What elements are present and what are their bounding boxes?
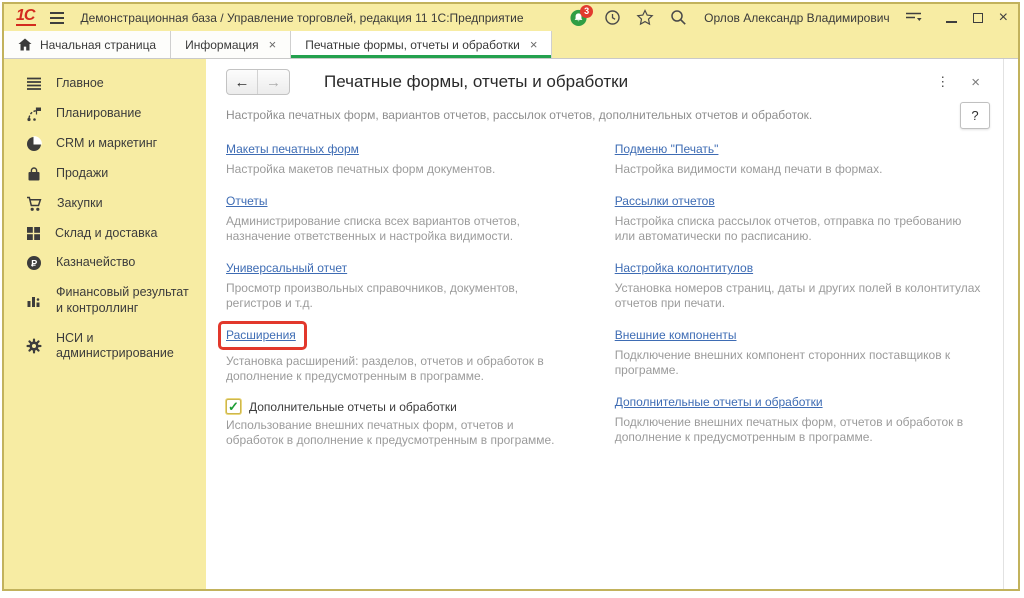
search-icon[interactable] (669, 9, 687, 27)
bar-chart-icon (26, 293, 42, 309)
link-extensions[interactable]: Расширения (226, 328, 296, 342)
help-button[interactable]: ? (960, 102, 990, 129)
tab-close-icon[interactable]: × (269, 37, 277, 52)
notifications-bell-icon[interactable]: 3 (570, 9, 588, 27)
link-headers-footers[interactable]: Настройка колонтитулов (615, 261, 753, 275)
maximize-button[interactable] (973, 13, 983, 23)
red-highlight-annotation: Расширения (218, 321, 307, 350)
close-panel-icon[interactable]: × (971, 74, 980, 91)
service-menu-icon[interactable] (905, 9, 923, 27)
tab-information[interactable]: Информация × (171, 31, 291, 58)
close-window-button[interactable]: × (999, 13, 1008, 23)
sidebar-item-label: Главное (56, 76, 104, 92)
sidebar-item-planning[interactable]: Планирование (4, 99, 206, 129)
link-group-print-submenu: Подменю "Печать" Настройка видимости ком… (615, 140, 984, 177)
link-group-report-distribution: Рассылки отчетов Настройка списка рассыл… (615, 192, 984, 244)
link-print-submenu[interactable]: Подменю "Печать" (615, 142, 719, 156)
left-column: Макеты печатных форм Настройка макетов п… (226, 140, 573, 463)
link-description: Администрирование списка всех вариантов … (226, 214, 573, 244)
checkbox-description: Использование внешних печатных форм, отч… (226, 418, 573, 448)
link-group-external-components: Внешние компоненты Подключение внешних к… (615, 326, 984, 378)
link-print-layouts[interactable]: Макеты печатных форм (226, 142, 359, 156)
pie-chart-icon (26, 136, 42, 152)
more-menu-icon[interactable]: ⋮ (936, 74, 949, 90)
link-description: Подключение внешних печатных форм, отчет… (615, 415, 984, 445)
planning-icon (26, 106, 42, 122)
link-group-reports: Отчеты Администрирование списка всех вар… (226, 192, 573, 244)
history-nav-group: ← → (226, 69, 290, 95)
title-bar: 1С Демонстрационная база / Управление то… (4, 4, 1018, 31)
link-additional-reports[interactable]: Дополнительные отчеты и обработки (615, 395, 823, 409)
page-title: Печатные формы, отчеты и обработки (324, 72, 628, 92)
checkmark-icon: ✓ (228, 400, 239, 413)
window-title: Демонстрационная база / Управление торго… (80, 11, 523, 25)
link-description: Подключение внешних компонент сторонних … (615, 348, 984, 378)
link-group-universal-report: Универсальный отчет Просмотр произвольны… (226, 259, 573, 311)
app-window: 1С Демонстрационная база / Управление то… (2, 2, 1020, 591)
link-group-print-layouts: Макеты печатных форм Настройка макетов п… (226, 140, 573, 177)
window-controls: × (946, 13, 1008, 23)
sidebar-item-label: Планирование (56, 106, 141, 122)
link-group-additional-reports: Дополнительные отчеты и обработки Подклю… (615, 393, 984, 445)
sidebar-item-main[interactable]: Главное (4, 69, 206, 99)
sidebar-item-sales[interactable]: Продажи (4, 159, 206, 189)
cart-icon (26, 196, 43, 212)
content-panel: ← → Печатные формы, отчеты и обработки ⋮… (206, 59, 1018, 589)
sidebar-item-label: Продажи (56, 166, 108, 182)
sidebar-item-label: Закупки (57, 196, 103, 212)
link-description: Установка номеров страниц, даты и других… (615, 281, 984, 311)
grid-icon (26, 226, 41, 241)
sidebar-item-crm[interactable]: CRM и маркетинг (4, 129, 206, 159)
tab-close-icon[interactable]: × (530, 37, 538, 52)
sidebar-item-label: CRM и маркетинг (56, 136, 157, 152)
sidebar-item-treasury[interactable]: Р Казначейство (4, 248, 206, 278)
link-description: Настройка списка рассылок отчетов, отпра… (615, 214, 984, 244)
tab-print-forms[interactable]: Печатные формы, отчеты и обработки × (291, 31, 552, 58)
link-group-extensions: Расширения Установка расширений: раздело… (226, 326, 573, 384)
tab-label: Печатные формы, отчеты и обработки (305, 38, 520, 52)
link-group-headers-footers: Настройка колонтитулов Установка номеров… (615, 259, 984, 311)
current-user[interactable]: Орлов Александр Владимирович (704, 11, 890, 25)
notification-badge: 3 (580, 5, 593, 18)
sidebar-item-warehouse[interactable]: Склад и доставка (4, 219, 206, 249)
link-universal-report[interactable]: Универсальный отчет (226, 261, 347, 275)
tab-bar: Начальная страница Информация × Печатные… (4, 31, 1018, 59)
minimize-button[interactable] (946, 13, 957, 23)
sidebar-item-label: НСИ и администрирование (56, 331, 198, 362)
sections-sidebar: Главное Планирование CRM и маркетинг Про… (4, 59, 206, 589)
1c-logo-icon: 1С (16, 9, 36, 26)
home-icon (18, 38, 32, 51)
bag-icon (26, 166, 42, 182)
link-description: Установка расширений: разделов, отчетов … (226, 354, 573, 384)
tab-label: Информация (185, 38, 258, 52)
back-button[interactable]: ← (227, 70, 258, 94)
sidebar-item-label: Финансовый результат и контроллинг (56, 285, 198, 316)
page-subtitle: Настройка печатных форм, вариантов отчет… (226, 108, 984, 122)
link-report-distribution[interactable]: Рассылки отчетов (615, 194, 715, 208)
link-description: Настройка макетов печатных форм документ… (226, 162, 573, 177)
favorites-star-icon[interactable] (636, 9, 654, 27)
sidebar-item-finance[interactable]: Финансовый результат и контроллинг (4, 278, 206, 323)
history-icon[interactable] (603, 9, 621, 27)
sidebar-item-administration[interactable]: НСИ и администрирование (4, 324, 206, 369)
sidebar-item-label: Казначейство (56, 255, 135, 271)
checkbox-label[interactable]: Дополнительные отчеты и обработки (249, 400, 457, 414)
checkbox-group-additional-reports: ✓ Дополнительные отчеты и обработки Испо… (226, 399, 573, 448)
svg-text:Р: Р (31, 259, 37, 269)
link-description: Настройка видимости команд печати в форм… (615, 162, 984, 177)
main-menu-icon[interactable] (50, 12, 64, 24)
link-description: Просмотр произвольных справочников, доку… (226, 281, 573, 311)
additional-reports-checkbox[interactable]: ✓ (226, 399, 241, 414)
forward-button[interactable]: → (258, 70, 289, 94)
sidebar-item-label: Склад и доставка (55, 226, 157, 242)
sidebar-item-purchases[interactable]: Закупки (4, 189, 206, 219)
gear-icon (26, 338, 42, 354)
ruble-icon: Р (26, 255, 42, 271)
tab-home[interactable]: Начальная страница (4, 31, 171, 58)
menu-lines-icon (26, 77, 42, 91)
link-reports[interactable]: Отчеты (226, 194, 267, 208)
right-column: Подменю "Печать" Настройка видимости ком… (615, 140, 984, 463)
link-external-components[interactable]: Внешние компоненты (615, 328, 737, 342)
tab-label: Начальная страница (40, 38, 156, 52)
